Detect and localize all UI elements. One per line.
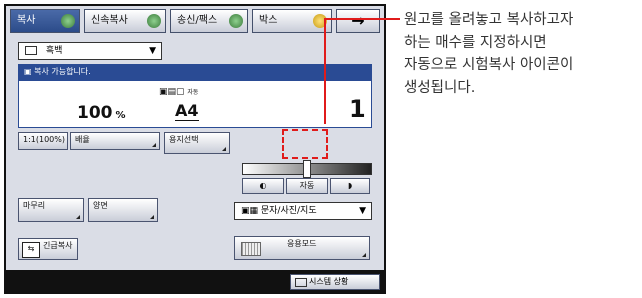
chevron-down-icon: ▼: [149, 46, 156, 56]
next-arrow-button[interactable]: →: [336, 9, 380, 33]
rush-copy-button[interactable]: ⇆ 긴급복사: [18, 238, 78, 260]
callout-line: 원고를 올려놓고 복사하고자: [404, 12, 574, 28]
density-dark-button[interactable]: ◗: [330, 178, 370, 194]
zoom-readout: 100%: [77, 103, 126, 123]
color-mode-select[interactable]: 흑백 ▼: [18, 42, 162, 60]
paper-select-label: 용지선택: [169, 135, 199, 144]
duplex-button[interactable]: 양면: [88, 198, 158, 222]
leader-line-horizontal: [324, 18, 400, 20]
test-copy-icon-highlight: [282, 129, 328, 159]
tab-box-label: 박스: [259, 15, 278, 26]
corner-marker: [222, 147, 226, 151]
corner-marker: [152, 143, 156, 147]
rush-copy-icon: ⇆: [22, 242, 40, 258]
status-icon: ▣: [24, 67, 35, 76]
system-status-button[interactable]: 시스템 상황: [290, 274, 380, 290]
status-message: ▣ 복사 가능합니다.: [18, 64, 372, 80]
copier-panel: 복사 신속복사 송신/팩스 박스 → 흑백 ▼ ▣ 복사 가능합니다. 100%…: [4, 4, 386, 294]
density-light-button[interactable]: ◐: [242, 178, 284, 194]
rush-copy-label: 긴급복사: [43, 241, 73, 250]
quick-copy-icon: [147, 14, 161, 28]
special-mode-icon: [241, 242, 261, 256]
finishing-label: 마무리: [23, 201, 46, 210]
tab-copy-label: 복사: [17, 15, 36, 26]
finishing-button[interactable]: 마무리: [18, 198, 84, 222]
paper-select-button[interactable]: 용지선택: [164, 132, 230, 154]
tab-send-fax-label: 송신/팩스: [177, 15, 218, 26]
color-mode-value: 흑백: [45, 46, 63, 56]
tab-quick-copy-label: 신속복사: [91, 15, 128, 26]
copy-count: 1: [349, 95, 366, 123]
callout-text: 원고를 올려놓고 복사하고자 하는 매수를 지정하시면 자동으로 시험복사 아이…: [404, 9, 640, 99]
copy-icon: [61, 14, 75, 28]
system-status-label: 시스템 상황: [309, 277, 349, 286]
magnify-label: 배율: [75, 135, 90, 144]
send-fax-icon: [229, 14, 243, 28]
duplex-label: 양면: [93, 201, 108, 210]
tab-send-fax[interactable]: 송신/팩스: [170, 9, 248, 33]
density-slider-handle[interactable]: [303, 160, 311, 178]
paper-icons: ▣▤▢ 자동: [159, 87, 199, 97]
paper-size-sub: 자동: [187, 89, 199, 96]
original-type-select[interactable]: ▣▦ 문자/사진/지도 ▼: [234, 202, 372, 220]
zoom-unit: %: [115, 110, 126, 121]
magnify-button[interactable]: 배율: [70, 132, 160, 150]
original-type-icon: ▣▦: [241, 206, 261, 216]
callout-line: 하는 매수를 지정하시면: [404, 34, 547, 51]
chevron-down-icon: ▼: [359, 206, 366, 216]
copy-display: 100% ▣▤▢ 자동 A4 1: [18, 80, 372, 128]
special-mode-label: 응용모드: [287, 239, 317, 248]
system-status-icon: [295, 278, 307, 287]
color-mode-icon: [25, 46, 37, 55]
ratio-1to1-button[interactable]: 1:1(100%): [18, 132, 68, 150]
corner-marker: [76, 215, 80, 219]
callout-line: 생성됩니다.: [404, 79, 476, 96]
callout-line: 자동으로 시험복사 아이콘이: [404, 57, 574, 73]
leader-line-vertical: [324, 18, 326, 124]
corner-marker: [362, 253, 366, 257]
tab-box[interactable]: 박스: [252, 9, 332, 33]
special-mode-button[interactable]: 응용모드: [234, 236, 370, 260]
tab-copy[interactable]: 복사: [10, 9, 80, 33]
density-auto-button[interactable]: 자동: [286, 178, 328, 194]
paper-size: A4: [175, 101, 199, 121]
status-text: 복사 가능합니다.: [34, 67, 91, 76]
corner-marker: [150, 215, 154, 219]
tab-quick-copy[interactable]: 신속복사: [84, 9, 166, 33]
original-type-value: 문자/사진/지도: [260, 206, 317, 216]
zoom-value: 100: [77, 103, 113, 123]
